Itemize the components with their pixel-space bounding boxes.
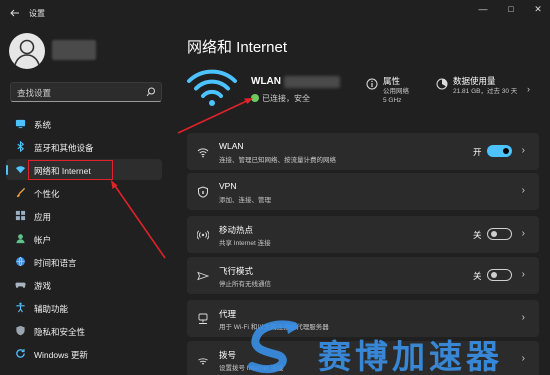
connected-status-icon xyxy=(251,94,259,102)
sidebar-item-privacy[interactable]: 隐私和安全性 xyxy=(6,320,162,341)
sidebar-item-time-language[interactable]: 时间和语言 xyxy=(6,251,162,272)
toggle-label: 关 xyxy=(473,271,482,281)
annotation-highlight-box xyxy=(28,160,113,180)
card-subtitle: 共享 Internet 连接 xyxy=(219,240,271,247)
data-usage-title: 数据使用量 xyxy=(453,76,496,86)
watermark-logo xyxy=(248,320,298,374)
proxy-icon xyxy=(198,313,208,324)
sidebar-item-label: 时间和语言 xyxy=(34,258,77,268)
brush-icon xyxy=(16,187,26,198)
vpn-shield-icon xyxy=(198,186,208,198)
sidebar-item-label: 辅助功能 xyxy=(34,304,69,314)
network-icon xyxy=(15,166,26,174)
hotspot-icon xyxy=(197,230,209,240)
properties-title: 属性 xyxy=(383,76,401,86)
chevron-right-icon: › xyxy=(521,145,525,156)
globe-clock-icon xyxy=(16,256,25,267)
card-airplane-mode[interactable]: 飞行模式 停止所有无线通信 关 › xyxy=(187,257,539,294)
apps-icon xyxy=(15,210,26,221)
wifi-icon xyxy=(197,148,209,158)
properties-network-type: 公用网络 xyxy=(383,88,409,95)
card-vpn[interactable]: VPN 添加、连接、管理 › xyxy=(187,173,539,210)
sidebar-item-label: 游戏 xyxy=(34,281,52,291)
avatar[interactable] xyxy=(9,33,45,69)
update-icon xyxy=(16,349,25,358)
info-icon xyxy=(366,78,378,90)
sidebar-item-accessibility[interactable]: 辅助功能 xyxy=(6,297,162,318)
user-name-blurred xyxy=(52,40,96,60)
user-icon xyxy=(14,39,40,66)
data-usage-amount: 21.81 GB，过去 30 天 xyxy=(453,88,518,95)
wlan-toggle[interactable] xyxy=(487,145,512,157)
page-title: 网络和 Internet xyxy=(187,39,288,56)
chevron-right-icon: › xyxy=(521,185,525,196)
sidebar-item-label: 系统 xyxy=(34,120,52,130)
card-subtitle: 停止所有无线通信 xyxy=(219,281,271,288)
sidebar-item-label: Windows 更新 xyxy=(34,350,88,360)
card-title: 代理 xyxy=(219,309,237,319)
search-box[interactable] xyxy=(10,82,162,102)
close-button[interactable]: ✕ xyxy=(526,0,550,18)
chevron-right-icon: › xyxy=(521,269,525,280)
bluetooth-icon xyxy=(17,141,25,152)
dialup-icon xyxy=(198,358,208,365)
gamepad-icon xyxy=(15,282,26,288)
toggle-knob xyxy=(491,272,497,278)
sidebar-item-bluetooth[interactable]: 蓝牙和其他设备 xyxy=(6,136,162,157)
monitor-icon xyxy=(15,119,26,129)
accessibility-icon xyxy=(16,302,25,313)
properties-band: 5 GHz xyxy=(383,97,402,104)
watermark-text: 赛博加速器 xyxy=(318,337,503,375)
toggle-knob xyxy=(491,231,497,237)
hotspot-toggle[interactable] xyxy=(487,228,512,240)
card-title: 拨号 xyxy=(219,350,237,360)
sidebar-item-personalization[interactable]: 个性化 xyxy=(6,182,162,203)
ssid-blurred xyxy=(284,76,340,88)
search-input[interactable] xyxy=(17,86,142,99)
watermark: 赛博加速器 xyxy=(246,320,546,375)
chevron-right-icon: › xyxy=(521,228,525,239)
airplane-toggle[interactable] xyxy=(487,269,512,281)
sidebar-item-gaming[interactable]: 游戏 xyxy=(6,274,162,295)
toggle-knob xyxy=(503,148,509,154)
card-title: 移动热点 xyxy=(219,225,254,235)
sidebar-item-system[interactable]: 系统 xyxy=(6,113,162,134)
card-title: WLAN xyxy=(219,141,244,151)
card-subtitle: 连接、管理已知网络、按流量计费的网络 xyxy=(219,157,336,164)
sidebar-item-label: 帐户 xyxy=(34,235,52,245)
sidebar-item-label: 个性化 xyxy=(34,189,60,199)
card-subtitle: 添加、连接、管理 xyxy=(219,197,271,204)
card-title: VPN xyxy=(219,181,237,191)
sidebar-item-windows-update[interactable]: Windows 更新 xyxy=(6,343,162,364)
account-icon xyxy=(16,234,25,244)
sidebar-item-label: 蓝牙和其他设备 xyxy=(34,143,94,153)
wifi-status-icon xyxy=(187,69,237,106)
back-arrow-icon[interactable] xyxy=(10,9,20,17)
sidebar-item-label: 隐私和安全性 xyxy=(34,327,86,337)
app-title: 设置 xyxy=(29,9,45,18)
active-indicator xyxy=(6,165,8,175)
chevron-right-icon[interactable]: › xyxy=(527,84,530,94)
card-mobile-hotspot[interactable]: 移动热点 共享 Internet 连接 关 › xyxy=(187,216,539,253)
minimize-button[interactable]: — xyxy=(471,0,495,18)
maximize-button[interactable]: □ xyxy=(499,0,523,18)
toggle-label: 关 xyxy=(473,230,482,240)
airplane-icon xyxy=(197,271,209,281)
data-usage-icon xyxy=(436,78,448,90)
shield-icon xyxy=(16,325,25,336)
connection-status: 已连接，安全 xyxy=(262,94,310,103)
sidebar-item-label: 应用 xyxy=(34,212,52,222)
connection-name: WLAN xyxy=(251,76,281,87)
title-bar: 设置 — □ ✕ xyxy=(0,0,550,26)
card-title: 飞行模式 xyxy=(219,266,254,276)
toggle-label: 开 xyxy=(473,147,482,157)
search-icon[interactable] xyxy=(146,87,156,97)
sidebar-item-accounts[interactable]: 帐户 xyxy=(6,228,162,249)
sidebar-item-apps[interactable]: 应用 xyxy=(6,205,162,226)
card-wlan[interactable]: WLAN 连接、管理已知网络、按流量计费的网络 开 › xyxy=(187,133,539,170)
